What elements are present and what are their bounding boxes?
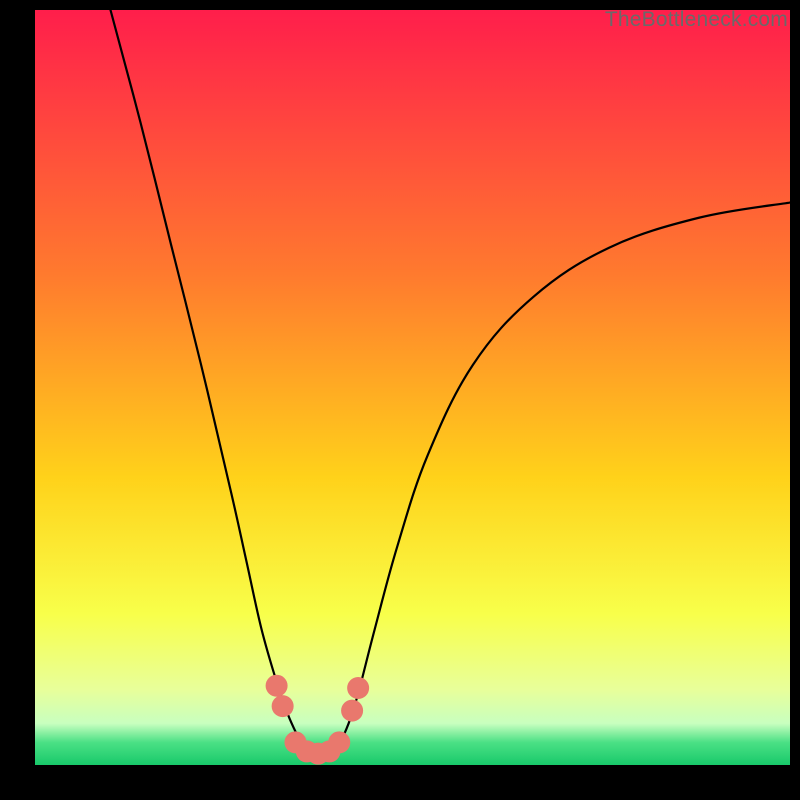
highlight-point — [347, 677, 369, 699]
chart-frame: TheBottleneck.com — [0, 0, 800, 800]
highlight-point — [341, 700, 363, 722]
watermark-text: TheBottleneck.com — [605, 8, 788, 32]
highlight-point — [328, 731, 350, 753]
highlight-point — [272, 695, 294, 717]
plot-area — [35, 10, 790, 765]
gradient-background — [35, 10, 790, 765]
chart-svg — [35, 10, 790, 765]
highlight-point — [266, 675, 288, 697]
